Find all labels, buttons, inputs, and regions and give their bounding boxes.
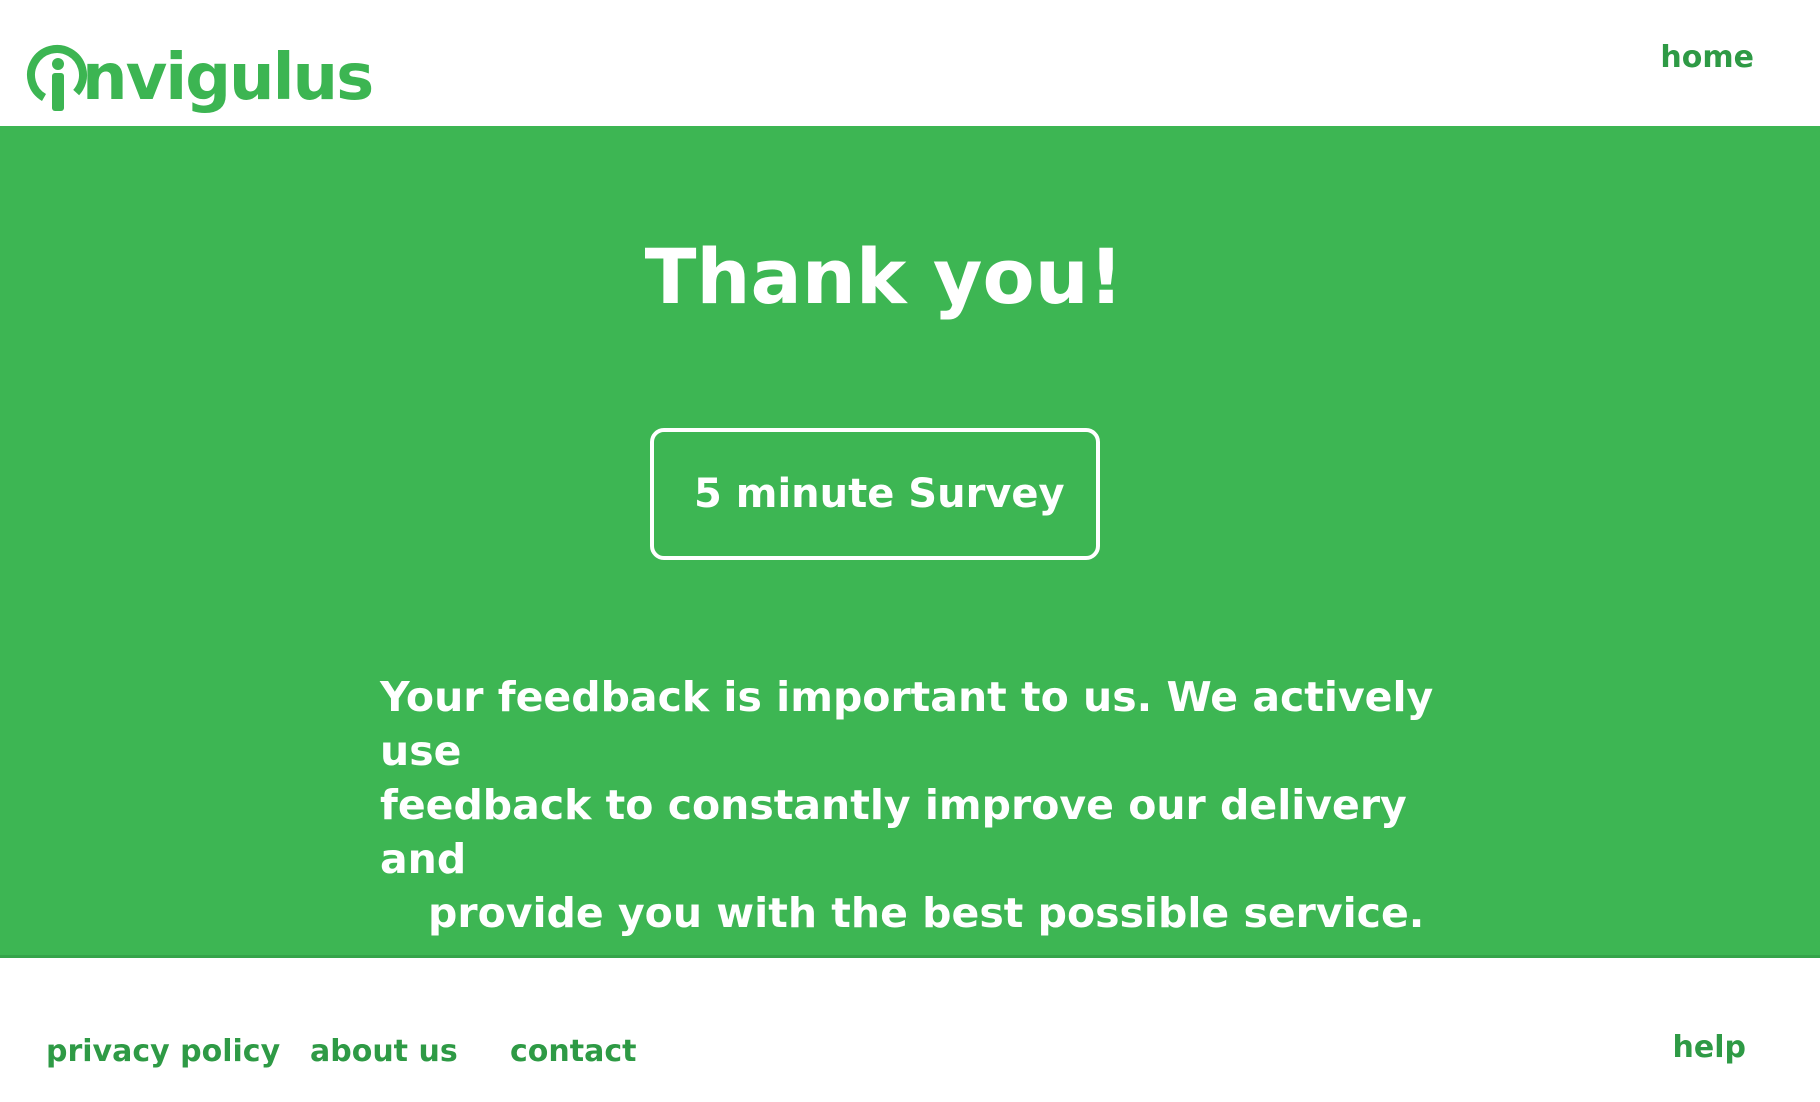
nav-home-link[interactable]: home bbox=[1660, 40, 1754, 75]
logo-wordmark: nvigulus bbox=[82, 41, 374, 115]
feedback-message-line: feedback to constantly improve our deliv… bbox=[380, 781, 1407, 883]
footer-contact-link[interactable]: contact bbox=[510, 1034, 636, 1069]
page-title: Thank you! bbox=[644, 232, 1124, 321]
footer-about-us-link[interactable]: about us bbox=[310, 1034, 458, 1069]
info-i-logo-icon bbox=[27, 45, 87, 111]
feedback-message: Your feedback is important to us. We act… bbox=[380, 670, 1440, 940]
site-header: nvigulus home bbox=[0, 0, 1820, 126]
thank-you-page: nvigulus home Thank you! 5 minute Survey… bbox=[0, 0, 1820, 1102]
thank-you-hero: Thank you! 5 minute Survey Your feedback… bbox=[0, 126, 1820, 958]
feedback-message-line: Your feedback is important to us. We act… bbox=[380, 673, 1434, 775]
survey-button[interactable]: 5 minute Survey bbox=[650, 428, 1100, 560]
site-footer: privacy policy about us contact help bbox=[0, 958, 1820, 1102]
invigulus-logo[interactable]: nvigulus bbox=[24, 20, 374, 120]
footer-help-link[interactable]: help bbox=[1673, 1030, 1746, 1065]
footer-privacy-policy-link[interactable]: privacy policy bbox=[46, 1034, 280, 1069]
feedback-message-line: provide you with the best possible servi… bbox=[428, 889, 1425, 937]
